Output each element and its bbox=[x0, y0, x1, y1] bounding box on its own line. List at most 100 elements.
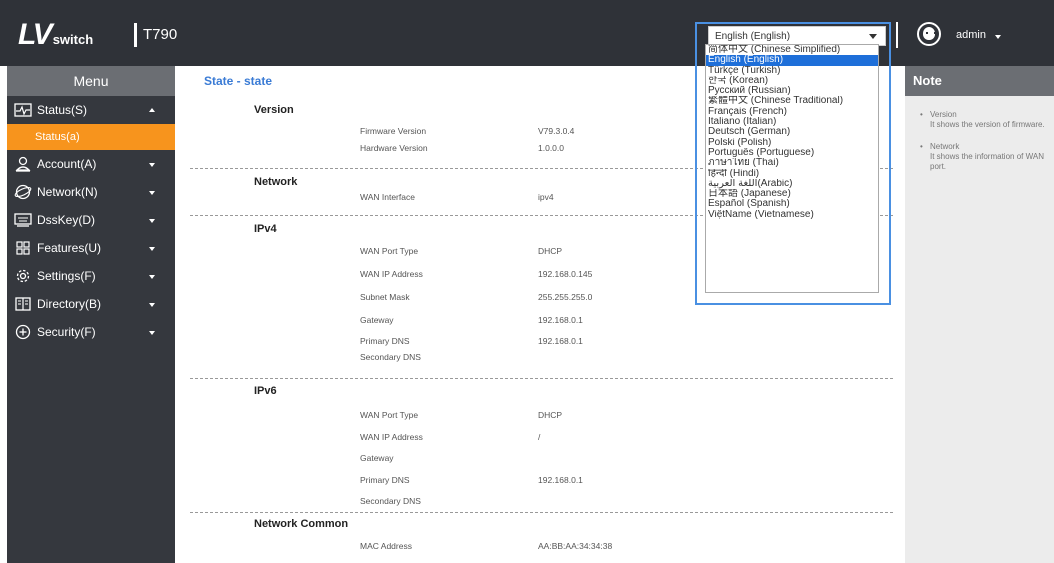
shield-plus-icon bbox=[13, 324, 33, 340]
field-label: WAN IP Address bbox=[360, 269, 423, 279]
ipv4-pdns-value: 192.168.0.1 bbox=[538, 336, 583, 346]
wan-interface-value: ipv4 bbox=[538, 192, 554, 202]
firmware-version-value: V79.3.0.4 bbox=[538, 126, 575, 136]
language-option[interactable]: 繁體中文 (Chinese Traditional) bbox=[706, 96, 878, 106]
menu-title: Menu bbox=[7, 66, 175, 96]
language-option[interactable]: Français (French) bbox=[706, 107, 878, 117]
chevron-down-icon bbox=[149, 247, 155, 251]
keyboard-icon bbox=[13, 212, 33, 228]
user-menu[interactable]: admin bbox=[956, 29, 986, 41]
section-title-ipv6: IPv6 bbox=[254, 385, 277, 397]
sidebar-item-label: Features(U) bbox=[37, 241, 102, 255]
device-model: T790 bbox=[143, 26, 178, 43]
user-caret-icon[interactable] bbox=[995, 35, 1001, 39]
section-divider bbox=[190, 512, 893, 513]
note-item: Network It shows the information of WAN … bbox=[905, 142, 1054, 172]
ipv6-port-type-value: DHCP bbox=[538, 410, 563, 420]
user-avatar-icon[interactable] bbox=[917, 22, 941, 46]
language-option[interactable]: 简体中文 (Chinese Simplified) bbox=[706, 45, 878, 55]
grid-icon bbox=[13, 240, 33, 256]
language-option[interactable]: 日本語 (Japanese) bbox=[706, 189, 878, 199]
ipv6-pdns-value: 192.168.0.1 bbox=[538, 475, 583, 485]
sidebar-item-network[interactable]: Network(N) bbox=[7, 178, 175, 206]
ipv4-mask-value: 255.255.255.0 bbox=[538, 292, 593, 302]
hardware-version-value: 1.0.0.0 bbox=[538, 143, 564, 153]
chevron-down-icon bbox=[149, 331, 155, 335]
section-title-network-common: Network Common bbox=[254, 518, 349, 530]
language-option[interactable]: Italiano (Italian) bbox=[706, 117, 878, 127]
sidebar-item-label: DssKey(D) bbox=[37, 213, 96, 227]
language-option[interactable]: Türkçe (Turkish) bbox=[706, 66, 878, 76]
globe-icon bbox=[13, 184, 33, 200]
section-title-version: Version bbox=[254, 104, 294, 116]
section-divider bbox=[190, 378, 893, 379]
field-label: WAN Port Type bbox=[360, 246, 419, 256]
language-option[interactable]: ภาษาไทย (Thai) bbox=[706, 158, 878, 168]
chevron-up-icon bbox=[149, 108, 155, 112]
language-option[interactable]: Polski (Polish) bbox=[706, 138, 878, 148]
sidebar-item-label: Settings(F) bbox=[37, 269, 96, 283]
chevron-down-icon bbox=[149, 303, 155, 307]
field-label: WAN IP Address bbox=[360, 432, 423, 442]
sidebar-item-status[interactable]: Status(S) bbox=[7, 96, 175, 124]
sidebar-item-label: Security(F) bbox=[37, 325, 96, 339]
header-divider bbox=[896, 22, 898, 48]
logo-mark: LV bbox=[18, 18, 53, 51]
language-option[interactable]: 한국 (Korean) bbox=[706, 76, 878, 86]
pulse-icon bbox=[13, 102, 33, 118]
book-icon bbox=[13, 296, 33, 312]
sidebar-item-account[interactable]: Account(A) bbox=[7, 150, 175, 178]
language-option[interactable]: Português (Portuguese) bbox=[706, 148, 878, 158]
language-dropdown-list: 简体中文 (Chinese Simplified) English (Engli… bbox=[705, 44, 879, 293]
note-item-title: Version bbox=[930, 110, 957, 119]
mac-address-value: AA:BB:AA:34:34:38 bbox=[538, 541, 613, 551]
field-label: MAC Address bbox=[360, 541, 412, 551]
language-option[interactable]: हिन्दी (Hindi) bbox=[706, 169, 878, 179]
field-label: Hardware Version bbox=[360, 143, 428, 153]
sidebar-item-dsskey[interactable]: DssKey(D) bbox=[7, 206, 175, 234]
language-option[interactable]: Español (Spanish) bbox=[706, 199, 878, 209]
ipv4-gateway-value: 192.168.0.1 bbox=[538, 315, 583, 325]
section-title-network: Network bbox=[254, 176, 298, 188]
field-label: Firmware Version bbox=[360, 126, 427, 136]
language-option-selected[interactable]: English (English) bbox=[706, 55, 878, 66]
top-header: LV switch T790 English (English) admin bbox=[0, 0, 1054, 66]
submenu-item-status[interactable]: Status(a) bbox=[7, 124, 175, 150]
field-label: Secondary DNS bbox=[360, 496, 421, 506]
field-label: WAN Interface bbox=[360, 192, 415, 202]
chevron-down-icon bbox=[149, 219, 155, 223]
note-item-text: It shows the version of firmware. bbox=[930, 120, 1045, 129]
language-select-value: English (English) bbox=[715, 31, 791, 42]
language-select[interactable]: English (English) bbox=[708, 26, 886, 46]
field-label: Gateway bbox=[360, 453, 394, 463]
logo-subtext: switch bbox=[52, 32, 94, 47]
field-label: Primary DNS bbox=[360, 336, 410, 346]
ipv4-port-type-value: DHCP bbox=[538, 246, 563, 256]
ipv4-ip-value: 192.168.0.145 bbox=[538, 269, 593, 279]
sidebar-item-label: Status(S) bbox=[37, 103, 88, 117]
sidebar-item-settings[interactable]: Settings(F) bbox=[7, 262, 175, 290]
chevron-down-icon bbox=[869, 34, 877, 39]
note-item-title: Network bbox=[930, 142, 960, 151]
language-option[interactable]: اللغة العربية(Arabic) bbox=[706, 179, 878, 189]
note-panel: Note Version It shows the version of fir… bbox=[905, 66, 1054, 563]
sidebar-item-features[interactable]: Features(U) bbox=[7, 234, 175, 262]
ipv6-ip-value: / bbox=[538, 432, 541, 442]
section-title-ipv4: IPv4 bbox=[254, 223, 277, 235]
field-label: Subnet Mask bbox=[360, 292, 410, 302]
sidebar-item-label: Directory(B) bbox=[37, 297, 102, 311]
note-title: Note bbox=[905, 66, 1054, 96]
sidebar-item-directory[interactable]: Directory(B) bbox=[7, 290, 175, 318]
chevron-down-icon bbox=[149, 191, 155, 195]
language-option[interactable]: Deutsch (German) bbox=[706, 127, 878, 137]
chevron-down-icon bbox=[149, 163, 155, 167]
language-option[interactable]: Русский (Russian) bbox=[706, 86, 878, 96]
field-label: Primary DNS bbox=[360, 475, 410, 485]
field-label: Gateway bbox=[360, 315, 394, 325]
page-title: State - state bbox=[204, 74, 273, 88]
sidebar-item-security[interactable]: Security(F) bbox=[7, 318, 175, 346]
note-item: Version It shows the version of firmware… bbox=[905, 110, 1054, 130]
language-option[interactable]: ViệtName (Vietnamese) bbox=[706, 210, 878, 220]
gear-icon bbox=[13, 268, 33, 284]
sidebar: Menu Status(S) Status(a) Account(A) Netw… bbox=[7, 66, 175, 563]
